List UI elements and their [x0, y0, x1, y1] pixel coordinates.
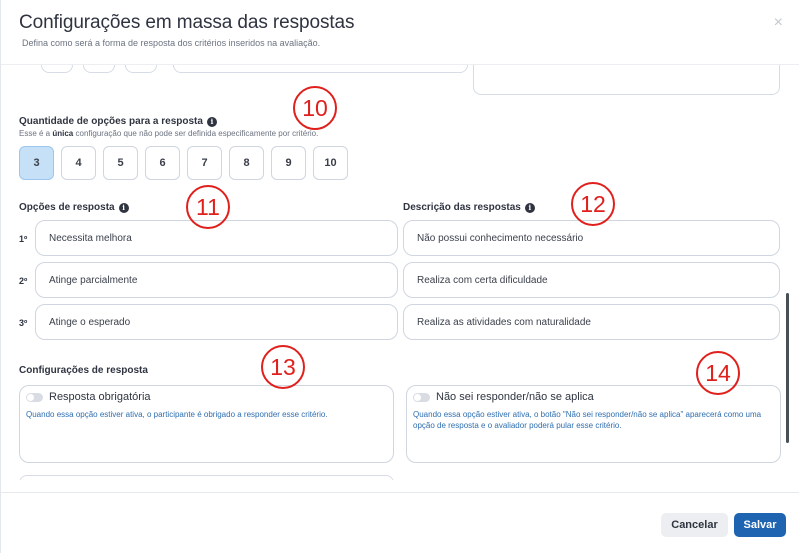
- descriptions-label: Descrição das respostas i: [403, 202, 535, 213]
- option-number: 2º: [19, 276, 28, 286]
- cancel-button[interactable]: Cancelar: [661, 513, 728, 537]
- response-config-label-text: Configurações de resposta: [19, 365, 148, 376]
- bulk-response-settings-modal: Configurações em massa das respostas Def…: [0, 0, 799, 553]
- card-description: Quando essa opção estiver ativa, o parti…: [26, 410, 328, 419]
- toggle-row: Resposta obrigatória: [26, 391, 387, 403]
- description-input[interactable]: Realiza as atividades com naturalidade: [403, 304, 780, 340]
- scrolled-out-field: [125, 65, 157, 73]
- info-icon[interactable]: i: [206, 116, 217, 127]
- option-number: 3º: [19, 318, 28, 328]
- response-option-input[interactable]: Atinge o esperado: [35, 304, 398, 340]
- response-option-input[interactable]: Atinge parcialmente: [35, 262, 398, 298]
- required-response-card: Resposta obrigatória Quando essa opção e…: [19, 385, 394, 463]
- scrolled-out-field: [83, 65, 115, 73]
- response-config-label: Configurações de resposta: [19, 365, 148, 376]
- scrolled-out-field: [41, 65, 73, 73]
- quantity-label-text: Quantidade de opções para a resposta: [19, 116, 203, 127]
- card-description: Quando essa opção estiver ativa, o botão…: [413, 410, 762, 430]
- toggle-label: Não sei responder/não se aplica: [436, 391, 594, 403]
- option-count-8[interactable]: 8: [229, 146, 264, 180]
- not-applicable-card: Não sei responder/não se aplica Quando e…: [406, 385, 781, 463]
- option-count-3[interactable]: 3: [19, 146, 54, 180]
- option-count-7[interactable]: 7: [187, 146, 222, 180]
- toggle-label: Resposta obrigatória: [49, 391, 151, 403]
- helper-bold: única: [52, 129, 74, 138]
- info-icon[interactable]: i: [524, 202, 535, 213]
- option-count-5[interactable]: 5: [103, 146, 138, 180]
- annotation-marker: 14: [696, 351, 740, 395]
- scrolled-out-field: [173, 65, 468, 73]
- option-count-4[interactable]: 4: [61, 146, 96, 180]
- scrolled-out-card: [19, 475, 394, 480]
- required-response-toggle[interactable]: [26, 392, 43, 402]
- descriptions-label-text: Descrição das respostas: [403, 202, 521, 213]
- modal-body[interactable]: Quantidade de opções para a resposta i E…: [1, 65, 789, 480]
- footer-divider: [1, 492, 799, 493]
- modal-title: Configurações em massa das respostas: [19, 12, 355, 33]
- option-count-9[interactable]: 9: [271, 146, 306, 180]
- option-number: 1º: [19, 234, 28, 244]
- option-count-10[interactable]: 10: [313, 146, 348, 180]
- response-options-label-text: Opções de resposta: [19, 202, 115, 213]
- annotation-marker: 13: [261, 345, 305, 389]
- annotation-marker: 11: [186, 185, 230, 229]
- annotation-marker: 10: [293, 86, 337, 130]
- option-count-6[interactable]: 6: [145, 146, 180, 180]
- description-input[interactable]: Realiza com certa dificuldade: [403, 262, 780, 298]
- modal-header: Configurações em massa das respostas Def…: [19, 12, 355, 48]
- scrolled-out-field: [473, 65, 780, 95]
- save-button[interactable]: Salvar: [734, 513, 786, 537]
- modal-subtitle: Defina como será a forma de resposta dos…: [22, 38, 321, 48]
- annotation-marker: 12: [571, 182, 615, 226]
- not-applicable-toggle[interactable]: [413, 392, 430, 402]
- helper-prefix: Esse é a: [19, 129, 53, 138]
- quantity-label: Quantidade de opções para a resposta i: [19, 116, 217, 127]
- info-icon[interactable]: i: [118, 202, 129, 213]
- helper-suffix: configuração que não pode ser definida e…: [73, 129, 319, 138]
- quantity-helper: Esse é a única configuração que não pode…: [19, 129, 318, 138]
- scrollbar[interactable]: [786, 293, 789, 443]
- response-options-label: Opções de resposta i: [19, 202, 129, 213]
- close-icon[interactable]: ×: [774, 14, 783, 32]
